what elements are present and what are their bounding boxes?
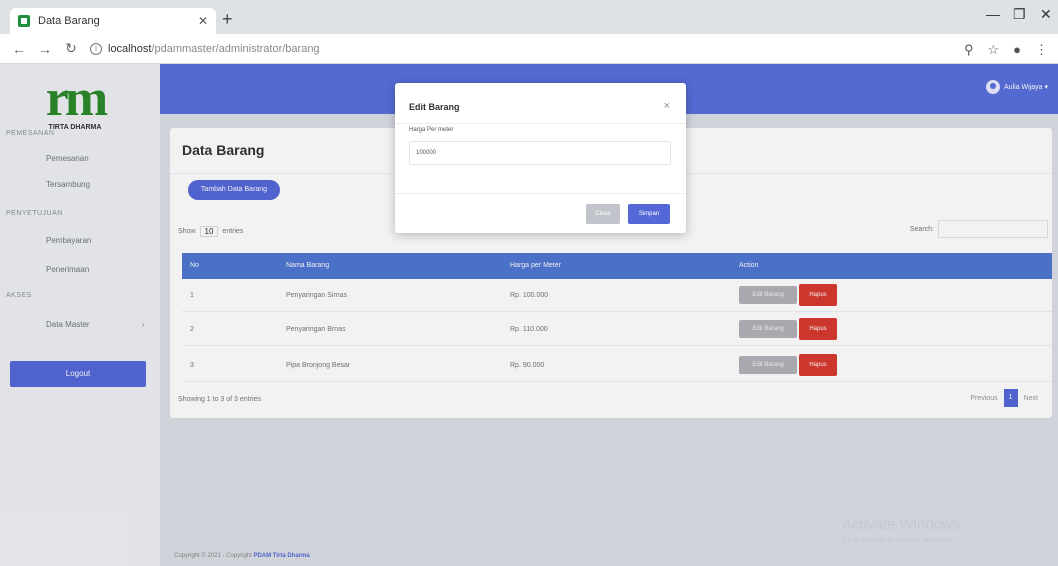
address-bar: ← → ↻ i localhost/pdammaster/administrat…	[0, 34, 1058, 64]
tab-title: Data Barang	[38, 15, 100, 27]
browser-tabbar: Data Barang ✕ + — ❐ ✕	[0, 0, 1058, 34]
menu-icon[interactable]: ⋮	[1035, 42, 1048, 58]
url-field[interactable]: i localhost/pdammaster/administrator/bar…	[90, 42, 320, 55]
tab-close-icon[interactable]: ✕	[198, 14, 208, 28]
price-field-label: Harga Per meter	[409, 127, 454, 133]
url-host: localhost	[108, 42, 152, 55]
edit-barang-modal: Edit Barang × Harga Per meter 100000 Clo…	[395, 83, 686, 233]
zoom-icon[interactable]: ⚲	[964, 42, 974, 58]
divider	[395, 123, 686, 124]
close-icon[interactable]: ×	[664, 100, 670, 112]
info-icon[interactable]: i	[90, 42, 102, 55]
divider	[395, 193, 686, 194]
new-tab-icon[interactable]: +	[222, 9, 233, 30]
minimize-icon[interactable]: —	[986, 6, 1000, 22]
maximize-icon[interactable]: ❐	[1013, 6, 1026, 23]
forward-icon[interactable]: →	[38, 41, 52, 57]
window-close-icon[interactable]: ✕	[1040, 6, 1052, 23]
profile-icon[interactable]: ●	[1013, 42, 1021, 58]
url-path: /pdammaster/administrator/barang	[151, 42, 320, 55]
favicon-icon	[18, 15, 30, 27]
modal-title: Edit Barang	[409, 102, 460, 112]
save-button[interactable]: Simpan	[628, 204, 670, 224]
back-icon[interactable]: ←	[12, 41, 26, 57]
close-button[interactable]: Close	[586, 204, 620, 224]
browser-tab[interactable]: Data Barang ✕	[10, 8, 216, 34]
price-input[interactable]: 100000	[409, 141, 671, 165]
reload-icon[interactable]: ↻	[64, 40, 78, 57]
bookmark-star-icon[interactable]: ☆	[987, 42, 999, 58]
